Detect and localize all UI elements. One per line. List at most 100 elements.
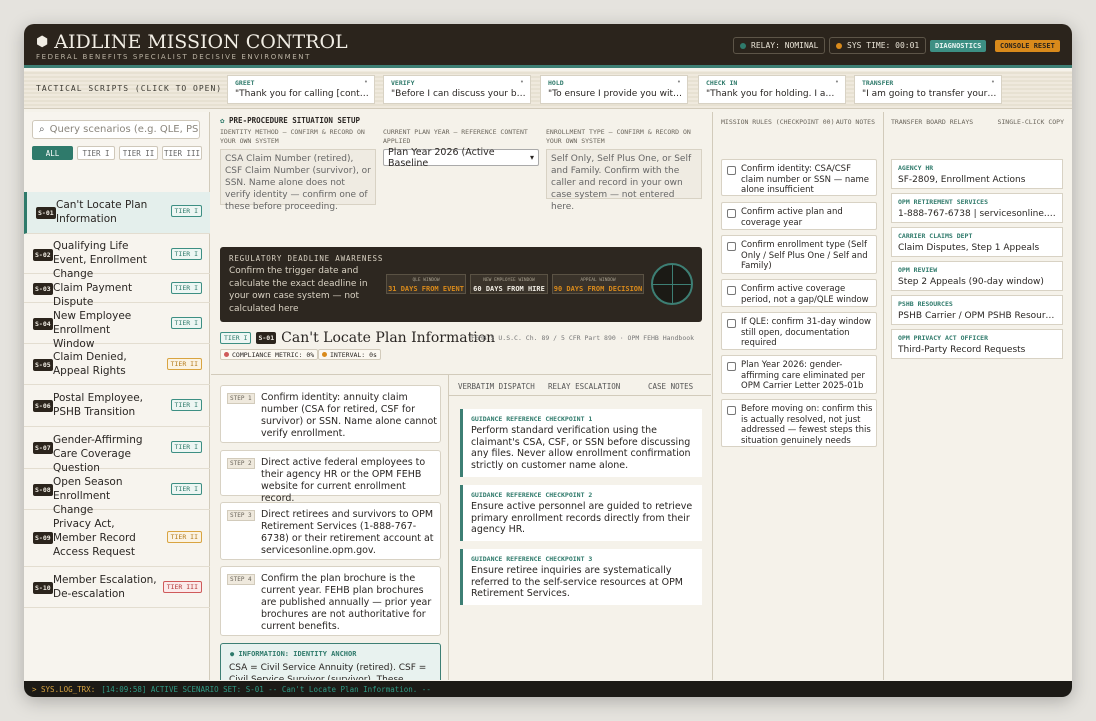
scenario-item-s01[interactable]: S-01 Can't Locate Plan Information TIER … (24, 192, 210, 234)
rule-text: Before moving on: confirm this is actual… (741, 404, 873, 446)
filter-tier-3[interactable]: TIER III (162, 146, 202, 160)
script-text: "Thank you for calling [contac... (235, 89, 371, 99)
script-key: TRANSFER (862, 79, 894, 87)
window-value: 90 DAYS FROM DECISION (553, 285, 643, 293)
scenario-id-badge: S-04 (33, 318, 53, 330)
rule-text: Plan Year 2026: gender-affirming care el… (741, 360, 865, 391)
scenario-id-badge: S-07 (33, 442, 53, 454)
script-card-check-in[interactable]: CHECK IN • "Thank you for holding. I am s.… (698, 75, 846, 104)
status-dot-icon (224, 352, 229, 357)
info-icon: ● (230, 650, 235, 658)
search-input[interactable]: ⌕ Query scenarios (e.g. QLE, PSHB) (32, 120, 200, 139)
scenario-item-s09[interactable]: S-09 Privacy Act, Member Record Access R… (24, 510, 210, 567)
relays-heading: TRANSFER BOARD RELAYS (891, 118, 974, 126)
scenario-item-s04[interactable]: S-04 New Employee Enrollment Window TIER… (24, 303, 210, 350)
app-subtitle: FEDERAL BENEFITS SPECIALIST DECISIVE ENV… (36, 53, 312, 61)
checkbox-icon[interactable] (727, 362, 736, 371)
deadline-panel: REGULATORY DEADLINE AWARENESS Confirm th… (220, 247, 702, 322)
scenario-item-s02[interactable]: S-02 Qualifying Life Event, Enrollment C… (24, 234, 210, 280)
setup-heading: ✿ PRE-PROCEDURE SITUATION SETUP (220, 116, 360, 125)
chevron-down-icon: ▾ (529, 153, 534, 162)
window-label: NEW EMPLOYEE WINDOW (483, 278, 535, 283)
script-text: "Thank you for holding. I am s... (706, 89, 842, 99)
rule-checkbox-6[interactable]: Plan Year 2026: gender-affirming care el… (721, 355, 877, 394)
search-icon: ⌕ (39, 124, 45, 135)
scenario-title: Member Escalation, De-escalation (53, 574, 157, 600)
filter-tier-1[interactable]: TIER I (77, 146, 115, 160)
scenario-id-badge: S-03 (33, 283, 53, 295)
relay-value: Claim Disputes, Step 1 Appeals (898, 243, 1040, 253)
step-number: STEP 1 (227, 393, 255, 404)
rule-checkbox-1[interactable]: Confirm identity: CSA/CSF claim number o… (721, 159, 877, 196)
window-value: 60 DAYS FROM HIRE (473, 285, 545, 293)
appeal-window: APPEAL WINDOW 90 DAYS FROM DECISION (552, 274, 644, 294)
checkbox-icon[interactable] (727, 406, 736, 415)
tier-badge: TIER I (170, 205, 202, 217)
scenario-item-s03[interactable]: S-03 Claim Payment Dispute TIER I (24, 274, 210, 308)
relay-opm-retirement[interactable]: OPM RETIREMENT SERVICES 1-888-767-6738 | … (891, 193, 1063, 223)
relay-agency-hr[interactable]: AGENCY HR SF-2809, Enrollment Actions (891, 159, 1063, 189)
relay-status-text: RELAY: NOMINAL (751, 41, 819, 50)
relay-value: PSHB Carrier / OPM PSHB Resources (898, 311, 1058, 321)
status-dot-icon (836, 42, 842, 49)
scenario-item-s05[interactable]: S-05 Claim Denied, Appeal Rights TIER II (24, 344, 210, 385)
guidance-checkpoint-2: GUIDANCE REFERENCE CHECKPOINT 2 Ensure ac… (460, 485, 702, 541)
tier-badge: TIER II (166, 358, 202, 370)
tier-badge: TIER II (166, 531, 202, 543)
rule-checkbox-3[interactable]: Confirm enrollment type (Self Only / Sel… (721, 235, 877, 274)
script-text: "To ensure I provide you with ... (548, 89, 684, 99)
scenario-title: Postal Employee, PSHB Transition (53, 392, 143, 418)
enrollment-type: ENROLLMENT TYPE — CONFIRM & RECORD ON YO… (546, 128, 702, 212)
console-reset-button[interactable]: CONSOLE RESET (995, 40, 1060, 52)
relay-key: CARRIER CLAIMS DEPT (898, 232, 973, 240)
checkbox-icon[interactable] (727, 209, 736, 218)
single-click-copy-label: SINGLE-CLICK COPY (997, 118, 1064, 126)
script-card-greet[interactable]: GREET • "Thank you for calling [contac... (227, 75, 375, 104)
plan-year-select[interactable]: Plan Year 2026 (Active Baseline ▾ (383, 147, 539, 169)
script-card-transfer[interactable]: TRANSFER • "I am going to transfer your in… (854, 75, 1002, 104)
scenario-id-badge: S-05 (33, 359, 53, 371)
filter-tier-2[interactable]: TIER II (119, 146, 158, 160)
script-text: "Before I can discuss your be... (391, 89, 527, 99)
relay-value: Third-Party Record Requests (898, 345, 1026, 355)
script-card-verify[interactable]: VERIFY • "Before I can discuss your be... (383, 75, 531, 104)
plan-year-label: CURRENT PLAN YEAR — REFERENCE CONTENT AP… (383, 128, 528, 145)
checkbox-icon[interactable] (727, 286, 736, 295)
tier-badge: TIER I (170, 282, 202, 294)
transfer-relays-panel: TRANSFER BOARD RELAYS SINGLE-CLICK COPY … (885, 112, 1072, 680)
diagnostics-button[interactable]: DIAGNOSTICS (930, 40, 987, 52)
guidance-heading: GUIDANCE REFERENCE CHECKPOINT 2 (471, 491, 593, 499)
rule-text: Confirm active coverage period, not a ga… (741, 284, 869, 305)
rule-checkbox-5[interactable]: If QLE: confirm 31-day window still open… (721, 312, 877, 350)
scenario-item-s07[interactable]: S-07 Gender-Affirming Care Coverage Ques… (24, 427, 210, 474)
scenario-item-s10[interactable]: S-10 Member Escalation, De-escalation TI… (24, 567, 210, 608)
rule-checkbox-4[interactable]: Confirm active coverage period, not a ga… (721, 279, 877, 307)
script-card-hold[interactable]: HOLD • "To ensure I provide you with ... (540, 75, 688, 104)
relay-key: PSHB RESOURCES (898, 300, 953, 308)
rule-checkbox-7[interactable]: Before moving on: confirm this is actual… (721, 399, 877, 447)
relay-status: RELAY: NOMINAL (733, 37, 826, 54)
rule-checkbox-2[interactable]: Confirm active plan and coverage year (721, 202, 877, 230)
header: ⬢ AIDLINE MISSION CONTROL FEDERAL BENEFIT… (24, 24, 1072, 68)
info-heading-text: INFORMATION: IDENTITY ANCHOR (238, 650, 357, 658)
relay-opm-review[interactable]: OPM REVIEW Step 2 Appeals (90-day window) (891, 261, 1063, 291)
scenario-item-s08[interactable]: S-08 Open Season Enrollment Change TIER … (24, 469, 210, 516)
scenario-item-s06[interactable]: S-06 Postal Employee, PSHB Transition TI… (24, 385, 210, 427)
relay-carrier-claims[interactable]: CARRIER CLAIMS DEPT Claim Disputes, Step … (891, 227, 1063, 257)
checkbox-icon[interactable] (727, 242, 736, 251)
rule-text: Confirm identity: CSA/CSF claim number o… (741, 164, 870, 195)
tab-verbatim-dispatch[interactable]: VERBATIM DISPATCH (458, 382, 535, 391)
relay-key: OPM REVIEW (898, 266, 938, 274)
info-heading: ● INFORMATION: IDENTITY ANCHOR (230, 650, 356, 658)
relay-pshb-resources[interactable]: PSHB RESOURCES PSHB Carrier / OPM PSHB Re… (891, 295, 1063, 325)
checkbox-icon[interactable] (727, 166, 736, 175)
relay-privacy-officer[interactable]: OPM PRIVACY ACT OFFICER Third-Party Recor… (891, 329, 1063, 359)
rule-text: Confirm active plan and coverage year (741, 207, 843, 228)
tab-case-notes[interactable]: CASE NOTES (648, 382, 693, 391)
filter-all[interactable]: ALL (32, 146, 73, 160)
step-card-4: STEP 4 Confirm the plan brochure is the c… (220, 566, 441, 636)
step-card-1: STEP 1 Confirm identity: annuity claim nu… (220, 385, 441, 443)
checkbox-icon[interactable] (727, 319, 736, 328)
step-card-2: STEP 2 Direct active federal employees to… (220, 450, 441, 504)
tab-relay-escalation[interactable]: RELAY ESCALATION (548, 382, 620, 391)
